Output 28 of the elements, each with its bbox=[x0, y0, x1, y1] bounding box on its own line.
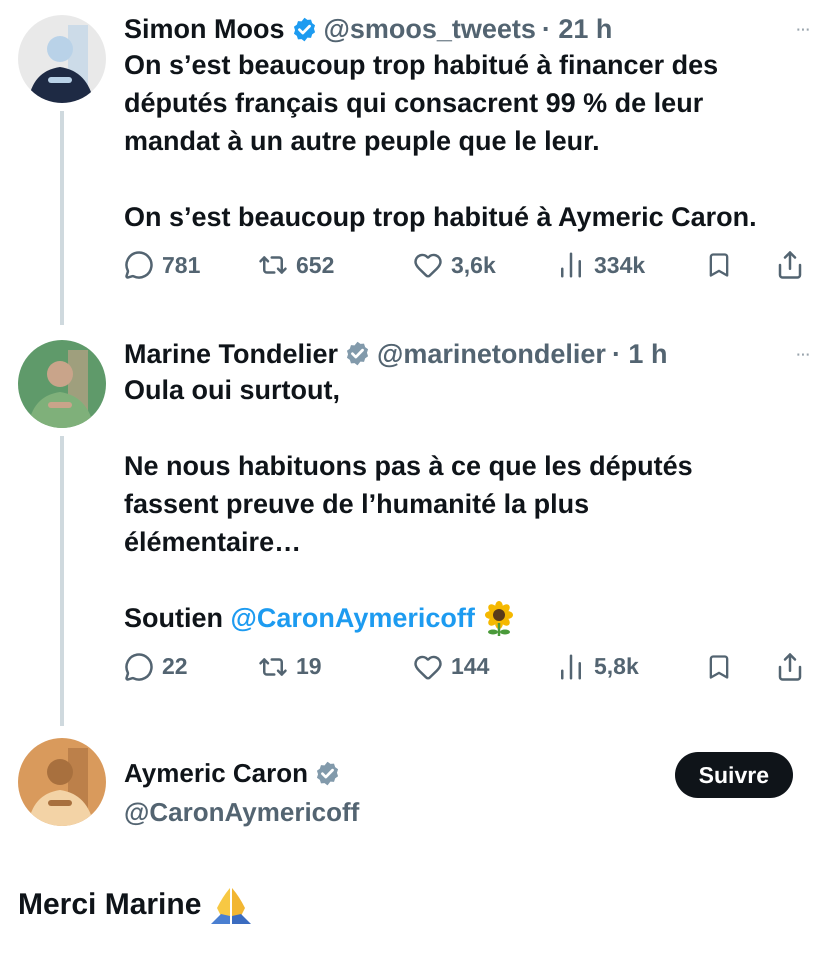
reply-icon[interactable] bbox=[124, 652, 154, 682]
repost-count: 19 bbox=[296, 652, 322, 682]
reply-count: 781 bbox=[162, 251, 200, 280]
view-count: 334k bbox=[594, 251, 646, 280]
post-time: · 1 h bbox=[612, 338, 668, 370]
sunflower-icon bbox=[482, 601, 515, 638]
user-handle[interactable]: @smoos_tweets bbox=[324, 12, 536, 46]
post-text: Soutien @CaronAymericoff bbox=[124, 598, 773, 638]
follow-button[interactable]: Suivre bbox=[674, 752, 793, 798]
post-text: On s’est beaucoup trop habitué à Aymeric Caron. bbox=[124, 201, 758, 234]
user-handle[interactable]: @CaronAymericoff bbox=[124, 792, 657, 832]
user-handle[interactable]: @marinetondelier bbox=[377, 336, 606, 370]
post-text: On s’est beaucoup trop habitué à financer des députés français qui consacrent 99 % de leur mandat à un autre peuple que le leur. bbox=[124, 49, 720, 158]
display-name[interactable]: Marine Tondelier bbox=[124, 336, 338, 370]
repost-count: 652 bbox=[296, 251, 334, 280]
post-time: · 21 h bbox=[542, 13, 612, 46]
post-text: Merci Marine bbox=[0, 882, 827, 927]
like-count: 144 bbox=[451, 652, 490, 682]
verified-badge-icon bbox=[314, 760, 341, 787]
praying-hands-icon bbox=[209, 886, 254, 926]
view-count: 5,8k bbox=[594, 652, 639, 682]
display-name[interactable]: Simon Moos bbox=[124, 12, 284, 46]
post-text: Ne nous habituons pas à ce que les députés fassent preuve de l’humanité la plus élémentaire… bbox=[124, 450, 694, 558]
post-text: Oula oui surtout, bbox=[124, 374, 341, 406]
reply-count: 22 bbox=[162, 652, 188, 682]
like-count: 3,6k bbox=[451, 251, 496, 280]
display-name[interactable]: Aymeric Caron bbox=[124, 754, 308, 793]
reply-icon[interactable] bbox=[124, 250, 154, 280]
